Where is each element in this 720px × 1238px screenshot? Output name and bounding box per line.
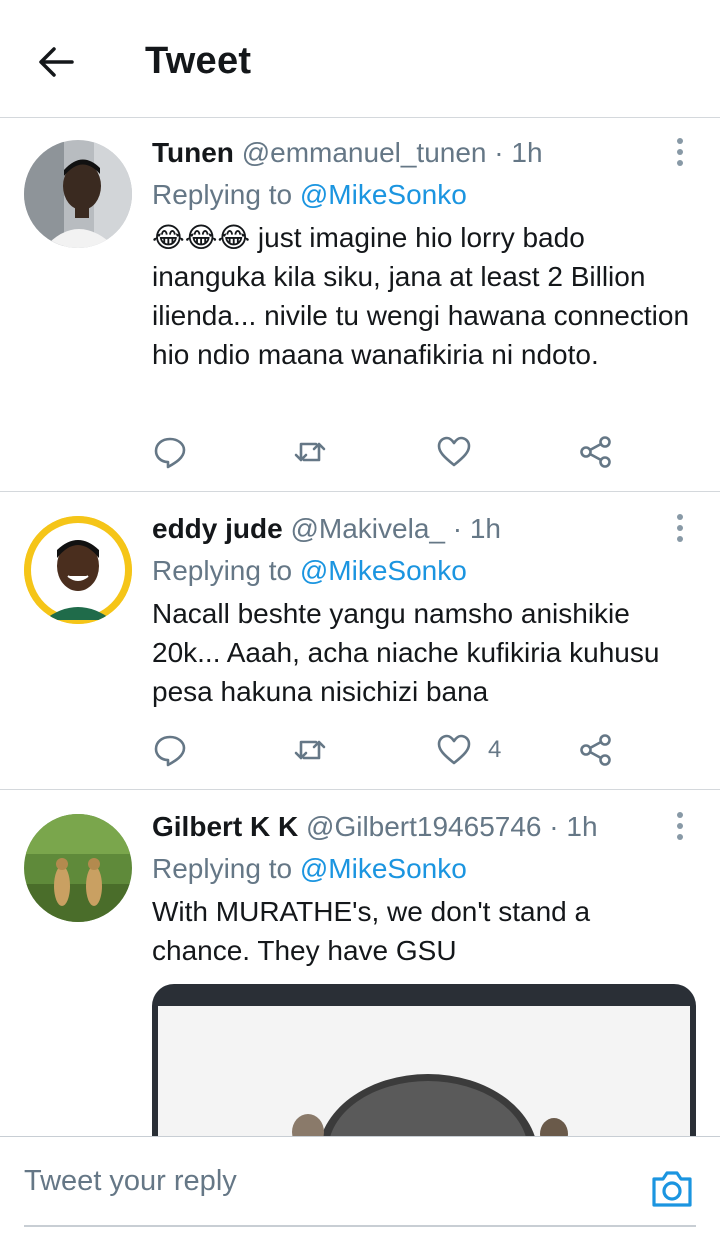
- more-options-button[interactable]: [668, 806, 692, 846]
- author-name[interactable]: Gilbert K K: [152, 811, 298, 842]
- like-count: 4: [488, 736, 502, 763]
- dot-icon: [677, 160, 683, 166]
- tweet-header: Tunen @emmanuel_tunen · 1h: [152, 134, 700, 172]
- replying-prefix: Replying to: [152, 179, 293, 210]
- timestamp: · 1h: [494, 137, 543, 168]
- top-bar: Tweet: [0, 0, 720, 118]
- author-handle: @Gilbert19465746: [306, 811, 542, 842]
- more-options-button[interactable]: [668, 132, 692, 172]
- tweet-card[interactable]: Tunen @emmanuel_tunen · 1h Replying to @…: [0, 118, 720, 492]
- replying-to: Replying to @MikeSonko: [152, 552, 700, 590]
- avatar[interactable]: [24, 814, 132, 922]
- retweet-icon: [294, 740, 326, 760]
- back-button[interactable]: [34, 40, 78, 84]
- share-button[interactable]: [578, 430, 614, 474]
- reply-icon: [154, 437, 186, 469]
- share-icon: [580, 436, 611, 468]
- dot-icon: [677, 514, 683, 520]
- heart-icon: [437, 436, 471, 467]
- reply-icon: [154, 735, 186, 767]
- dot-icon: [677, 823, 683, 829]
- arrow-left-icon: [39, 47, 74, 77]
- reply-button[interactable]: [152, 430, 188, 474]
- share-icon: [580, 734, 611, 766]
- like-button[interactable]: 4: [436, 728, 501, 772]
- camera-icon: [652, 1171, 692, 1207]
- retweet-icon: [294, 442, 326, 462]
- tweet-text: With MURATHE's, we don't stand a chance.…: [152, 896, 591, 966]
- divider: [24, 1225, 696, 1227]
- dot-icon: [677, 834, 683, 840]
- media-photo: [158, 1006, 690, 1144]
- tweet-text: 😂😂😂 just imagine hio lorry bado inanguka…: [152, 222, 690, 370]
- mention-link[interactable]: @MikeSonko: [300, 853, 467, 884]
- mention-link[interactable]: @MikeSonko: [300, 179, 467, 210]
- timestamp: · 1h: [452, 513, 501, 544]
- heart-icon: [437, 734, 471, 765]
- mention-link[interactable]: @MikeSonko: [300, 555, 467, 586]
- like-button[interactable]: [436, 430, 488, 474]
- tweet-actions: [152, 430, 632, 474]
- dot-icon: [677, 812, 683, 818]
- replying-prefix: Replying to: [152, 555, 293, 586]
- author-handle: @Makivela_: [290, 513, 445, 544]
- tweet-media-image[interactable]: [152, 984, 696, 1144]
- replying-prefix: Replying to: [152, 853, 293, 884]
- author-name[interactable]: eddy jude: [152, 513, 283, 544]
- dot-icon: [677, 525, 683, 531]
- tweet-card[interactable]: eddy jude @Makivela_ · 1h Replying to @M…: [0, 492, 720, 790]
- timestamp: · 1h: [549, 811, 598, 842]
- dot-icon: [677, 138, 683, 144]
- page-title: Tweet: [145, 40, 252, 82]
- dot-icon: [677, 149, 683, 155]
- author-name[interactable]: Tunen: [152, 137, 234, 168]
- replying-to: Replying to @MikeSonko: [152, 850, 700, 888]
- reply-input[interactable]: Tweet your reply: [24, 1165, 237, 1198]
- avatar[interactable]: [24, 140, 132, 248]
- reply-button[interactable]: [152, 728, 188, 772]
- tweet-header: Gilbert K K @Gilbert19465746 · 1h: [152, 808, 700, 846]
- dot-icon: [677, 536, 683, 542]
- tweet-actions: 4: [152, 728, 632, 772]
- reply-composer: Tweet your reply: [0, 1136, 720, 1238]
- tweet-text: Nacall beshte yangu namsho anishikie 20k…: [152, 598, 660, 707]
- avatar[interactable]: [24, 516, 132, 624]
- retweet-button[interactable]: [292, 728, 328, 772]
- retweet-button[interactable]: [292, 430, 328, 474]
- camera-button[interactable]: [648, 1165, 696, 1213]
- tweet-header: eddy jude @Makivela_ · 1h: [152, 510, 700, 548]
- replying-to: Replying to @MikeSonko: [152, 176, 700, 214]
- author-handle: @emmanuel_tunen: [241, 137, 487, 168]
- share-button[interactable]: [578, 728, 614, 772]
- more-options-button[interactable]: [668, 508, 692, 548]
